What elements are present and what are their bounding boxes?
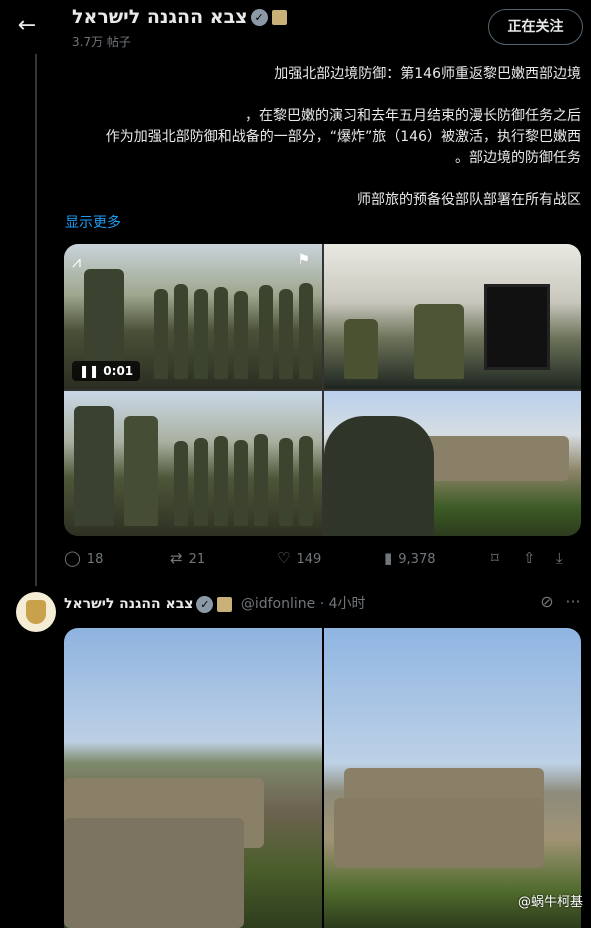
tweet-actions-bar: ◯ 18 ⇄ 21 ♡ 149 ▮ 9,378 ⌑ ⇧ ⤓ (64, 546, 581, 570)
verified-badge-icon: ✓ (250, 9, 268, 26)
back-button[interactable]: ← (14, 12, 40, 40)
show-more-link[interactable]: 显示更多 (65, 212, 121, 232)
photo-tank-right[interactable] (324, 628, 581, 928)
views-count: 9,378 (398, 552, 436, 567)
monitor-shape (484, 284, 550, 370)
watermark: @蜗牛柯基 (517, 895, 583, 910)
retweet-button[interactable]: ⇄ 21 (170, 546, 205, 570)
idf-emblem-icon (26, 600, 46, 624)
bookmark-button[interactable]: ⌑ (491, 546, 505, 570)
avatar[interactable] (16, 592, 56, 632)
profile-header: ← צבא ההגנה לישראל ✓ 3.7万 帖子 正在关注 (0, 0, 591, 54)
photo-tank-left[interactable] (64, 628, 322, 928)
retweet-count: 21 (188, 552, 206, 567)
timestamp[interactable]: 4小时 (329, 596, 366, 612)
views-icon: ▮ (384, 549, 393, 567)
like-button[interactable]: ♡ 149 (277, 546, 321, 570)
views-button[interactable]: ▮ 9,378 (384, 546, 435, 570)
tweet-line: 作为加强北部防御和战备的一部分，“爆炸”旅（146）被激活，执行黎巴嫩西 (105, 129, 581, 145)
bookmark-icon: ⌑ (491, 549, 499, 567)
following-button[interactable]: 正在关注 (488, 9, 583, 45)
tweet-text: 加强北部边境防御：第146师重返黎巴嫩西部边境 ，在黎巴嫩的演习和去年五月结束的… (61, 64, 581, 211)
share-icon: ⇧ (523, 549, 536, 567)
separator-dot: · (319, 596, 325, 612)
account-name: צבא ההגנה לישראל ✓ (72, 6, 287, 28)
video-thumbnail-soldiers[interactable]: ⩘ ⚑ ❚❚ 0:01 (64, 244, 322, 389)
account-name-text: צבא ההגנה לישראל (72, 6, 248, 28)
grok-icon[interactable]: ⊘ (537, 592, 557, 612)
photo-command-room[interactable] (324, 244, 581, 389)
author-handle[interactable]: @idfonline (241, 596, 315, 612)
post-count: 3.7万 帖子 (72, 35, 131, 49)
flag-icon: ⚑ (297, 252, 310, 268)
tweet-line: ，在黎巴嫩的演习和去年五月结束的漫长防御任务之后 (245, 108, 581, 124)
org-badge-icon (217, 596, 233, 612)
live-signal-icon: ⩘ (72, 252, 82, 271)
author-name[interactable]: צבא ההגנה לישראל (64, 596, 193, 612)
org-badge-icon (271, 10, 287, 25)
tweet-line: 师部旅的预备役部队部署在所有战区 (357, 192, 581, 208)
video-timestamp[interactable]: ❚❚ 0:01 (72, 361, 141, 381)
more-options-icon[interactable]: ··· (563, 592, 583, 612)
photo-tank-soldier[interactable] (324, 391, 581, 536)
reply-count: 18 (86, 552, 104, 567)
heart-icon: ♡ (277, 549, 291, 567)
like-count: 149 (296, 552, 322, 567)
tweet-media-grid[interactable]: ⩘ ⚑ ❚❚ 0:01 (64, 244, 581, 536)
tweet-line: 加强北部边境防御：第146师重返黎巴嫩西部边境 (274, 66, 581, 82)
photo-soldiers-briefing[interactable] (64, 391, 322, 536)
reply-button[interactable]: ◯ 18 (64, 546, 103, 570)
reply-icon: ◯ (64, 549, 81, 567)
thread-line (35, 54, 37, 586)
download-button[interactable]: ⤓ (556, 546, 569, 570)
verified-badge-icon: ✓ (196, 595, 214, 613)
tweet-header: צבא ההגנה לישראל ✓ @idfonline · 4小时 (64, 593, 366, 613)
tweet-line: 。部边境的防御任务 (455, 150, 581, 166)
download-icon: ⤓ (556, 549, 563, 567)
share-button[interactable]: ⇧ (523, 546, 542, 570)
tweet-media-grid[interactable] (64, 628, 581, 928)
video-time-text: 0:01 (103, 364, 134, 378)
retweet-icon: ⇄ (170, 549, 183, 567)
